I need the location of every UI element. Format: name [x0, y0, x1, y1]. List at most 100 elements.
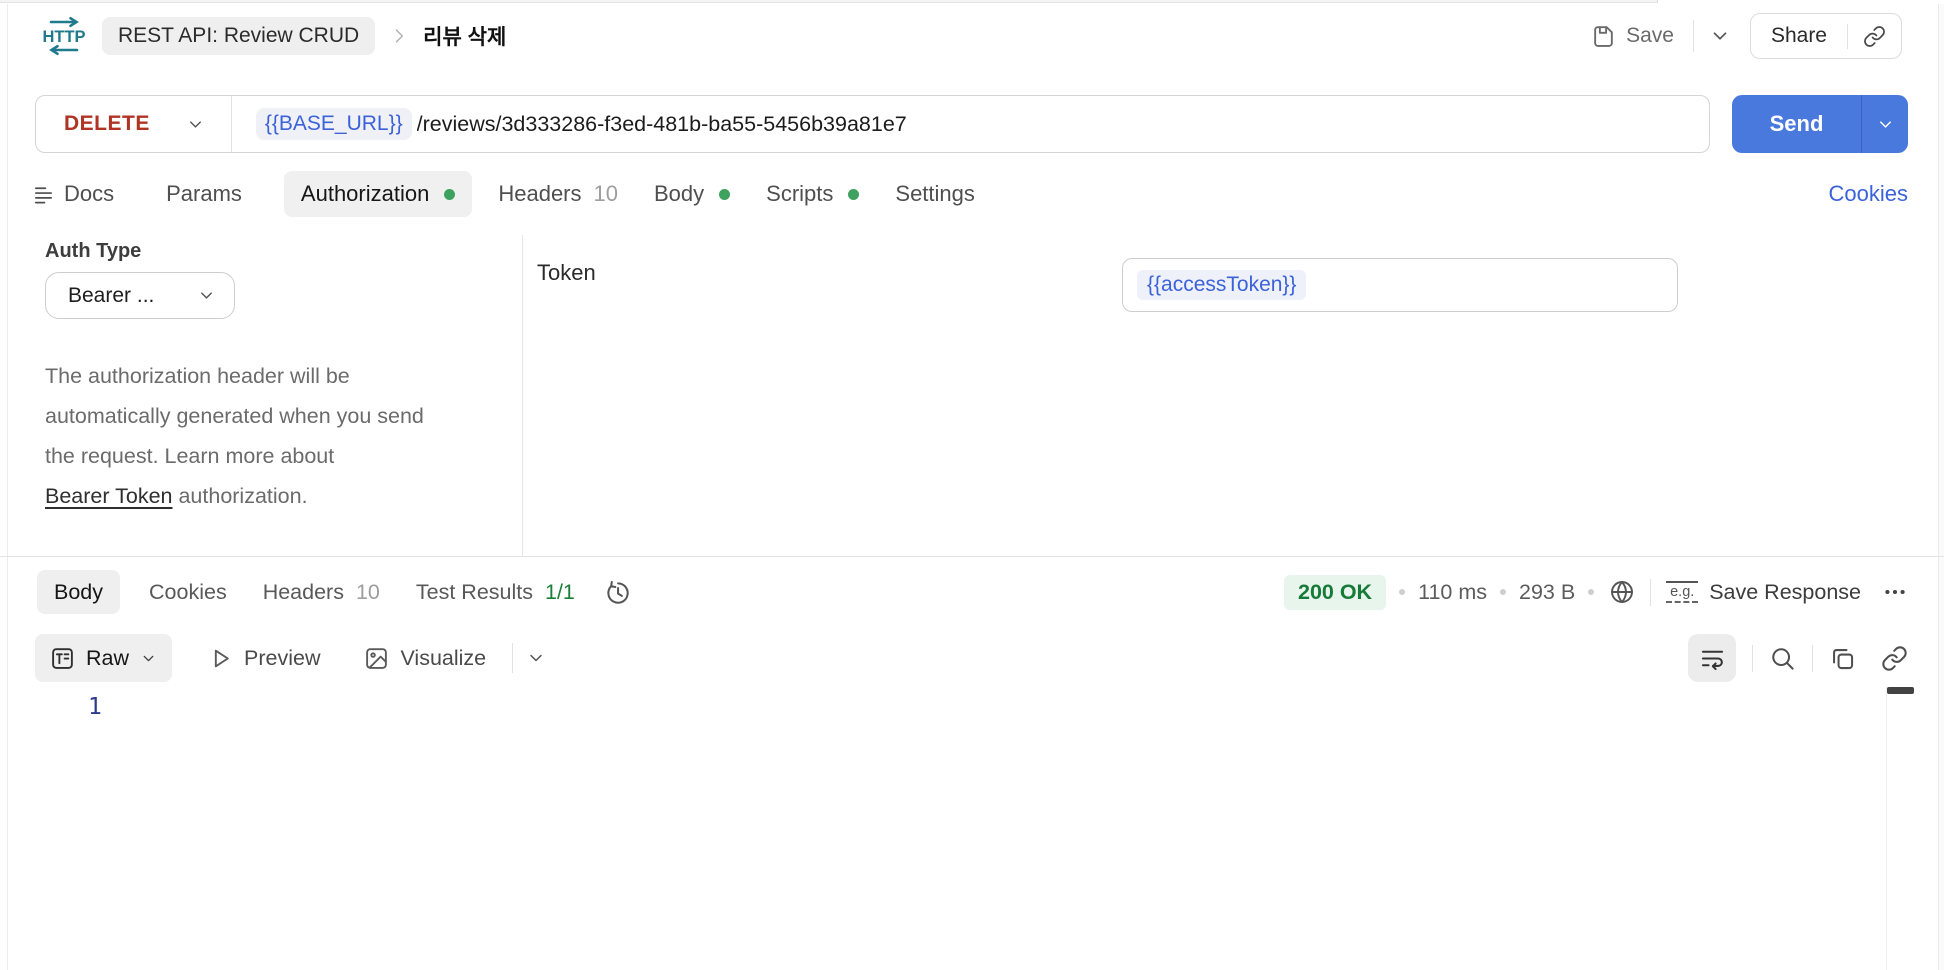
visualize-button[interactable]: Visualize — [364, 646, 486, 671]
request-tabs: Docs Params Authorization Headers 10 Bod… — [32, 170, 1908, 218]
view-options-button[interactable] — [526, 648, 546, 668]
response-scrollbar-thumb[interactable] — [1887, 687, 1914, 694]
tab-settings[interactable]: Settings — [895, 181, 975, 207]
docs-icon — [32, 183, 55, 206]
preview-label: Preview — [244, 645, 321, 670]
auth-help-line: the request. Learn more about — [45, 444, 335, 468]
more-options-button[interactable] — [1882, 579, 1908, 605]
url-container: DELETE {{BASE_URL}} /reviews/3d333286-f3… — [35, 95, 1710, 153]
tab-params[interactable]: Params — [166, 181, 242, 207]
headers-count: 10 — [593, 181, 618, 206]
request-title[interactable]: 리뷰 삭제 — [423, 21, 506, 51]
breadcrumb: HTTP REST API: Review CRUD 리뷰 삭제 — [40, 15, 506, 57]
response-tab-body-label: Body — [54, 579, 104, 604]
response-section-divider — [0, 556, 1944, 557]
response-time: 110 ms — [1418, 579, 1488, 604]
tab-body[interactable]: Body — [653, 181, 731, 207]
copy-link-button[interactable] — [1848, 14, 1901, 58]
save-options-button[interactable] — [1707, 21, 1733, 51]
test-results-ratio: 1/1 — [545, 579, 575, 604]
share-button[interactable]: Share — [1749, 13, 1902, 59]
request-bar: DELETE {{BASE_URL}} /reviews/3d333286-f3… — [35, 95, 1908, 153]
save-divider — [1692, 20, 1694, 52]
method-label: DELETE — [64, 112, 150, 135]
play-icon — [208, 646, 233, 671]
raw-view-icon — [50, 646, 75, 671]
save-button[interactable]: Save — [1591, 24, 1674, 49]
base-url-variable[interactable]: {{BASE_URL}} — [255, 108, 412, 140]
tab-params-label: Params — [166, 181, 242, 206]
tab-settings-label: Settings — [895, 181, 975, 206]
method-url-divider — [230, 96, 232, 152]
token-label: Token — [537, 260, 596, 285]
example-icon: e.g. — [1666, 581, 1699, 603]
response-actions — [1688, 634, 1908, 682]
auth-help-line: Bearer Token authorization. — [45, 476, 545, 516]
response-meta: 200 OK 110 ms 293 B e.g. Save Response — [1283, 574, 1908, 610]
response-toolbar: Raw Preview Visualize — [35, 633, 1908, 683]
response-tab-test-results[interactable]: Test Results 1/1 — [416, 580, 575, 605]
copy-response-button[interactable] — [1829, 645, 1856, 672]
save-response-button[interactable]: e.g. Save Response — [1666, 580, 1861, 605]
save-icon — [1591, 24, 1616, 49]
search-response-button[interactable] — [1769, 645, 1796, 672]
raw-view-label: Raw — [86, 645, 130, 670]
response-tab-cookies[interactable]: Cookies — [149, 580, 227, 605]
auth-panel-divider — [522, 235, 523, 556]
tab-body-label: Body — [653, 181, 705, 206]
view-mode-group: Raw Preview Visualize — [35, 634, 546, 682]
chevron-down-icon — [186, 115, 205, 134]
request-header: HTTP REST API: Review CRUD 리뷰 삭제 Save Sh… — [40, 10, 1902, 62]
response-body[interactable]: 1 — [0, 686, 1944, 970]
header-actions: Save Share — [1591, 13, 1902, 59]
meta-separator-dot — [1588, 589, 1595, 595]
meta-separator-dot — [1399, 589, 1406, 595]
tab-headers-label: Headers — [498, 181, 582, 206]
collection-breadcrumb[interactable]: REST API: Review CRUD — [102, 17, 376, 55]
cookies-link[interactable]: Cookies — [1829, 181, 1908, 207]
image-icon — [364, 646, 389, 671]
response-tab-cookies-label: Cookies — [149, 579, 227, 604]
chevron-down-icon — [140, 650, 157, 667]
auth-type-value: Bearer ... — [68, 283, 155, 307]
response-tab-headers[interactable]: Headers 10 — [263, 580, 380, 605]
authorization-status-dot — [444, 188, 456, 200]
response-headers-count: 10 — [355, 579, 380, 604]
authorization-panel: Auth Type Bearer ... The authorization h… — [0, 230, 1944, 556]
link-button[interactable] — [1881, 645, 1908, 672]
url-input[interactable]: /reviews/3d333286-f3ed-481b-ba55-5456b39… — [417, 112, 907, 137]
tab-authorization-label: Authorization — [300, 181, 430, 206]
share-button-label: Share — [1770, 24, 1827, 47]
response-tabs: Body Cookies Headers 10 Test Results 1/1 — [37, 570, 631, 614]
preview-button[interactable]: Preview — [208, 646, 320, 671]
send-options-button[interactable] — [1862, 95, 1908, 153]
tab-scripts[interactable]: Scripts — [766, 181, 860, 207]
line-number: 1 — [88, 694, 102, 720]
response-history-button[interactable] — [604, 579, 631, 606]
auth-help-line: The authorization header will be — [45, 364, 350, 388]
wrap-text-button[interactable] — [1688, 634, 1736, 682]
http-method-icon: HTTP — [40, 15, 88, 57]
view-divider — [512, 643, 514, 673]
auth-type-label: Auth Type — [45, 240, 142, 262]
network-info-button[interactable] — [1609, 579, 1635, 605]
meta-divider — [1650, 578, 1652, 606]
tab-headers[interactable]: Headers 10 — [498, 181, 618, 207]
method-selector[interactable]: DELETE — [36, 96, 231, 152]
scripts-status-dot — [848, 188, 860, 200]
visualize-label: Visualize — [400, 645, 487, 670]
raw-view-selector[interactable]: Raw — [35, 634, 173, 682]
tab-authorization[interactable]: Authorization — [283, 171, 473, 217]
response-tab-body[interactable]: Body — [37, 570, 121, 614]
tab-docs-label: Docs — [64, 181, 115, 206]
send-button-label: Send — [1769, 111, 1824, 136]
bearer-token-link[interactable]: Bearer Token — [45, 484, 173, 508]
send-button[interactable]: Send — [1732, 95, 1908, 153]
response-size: 293 B — [1519, 579, 1576, 604]
token-input[interactable]: {{accessToken}} — [1122, 258, 1678, 312]
body-status-dot — [719, 188, 731, 200]
example-icon-label: e.g. — [1670, 584, 1695, 601]
auth-type-select[interactable]: Bearer ... — [45, 272, 235, 319]
window-top-strip — [0, 0, 1944, 3]
tab-docs[interactable]: Docs — [32, 181, 114, 207]
